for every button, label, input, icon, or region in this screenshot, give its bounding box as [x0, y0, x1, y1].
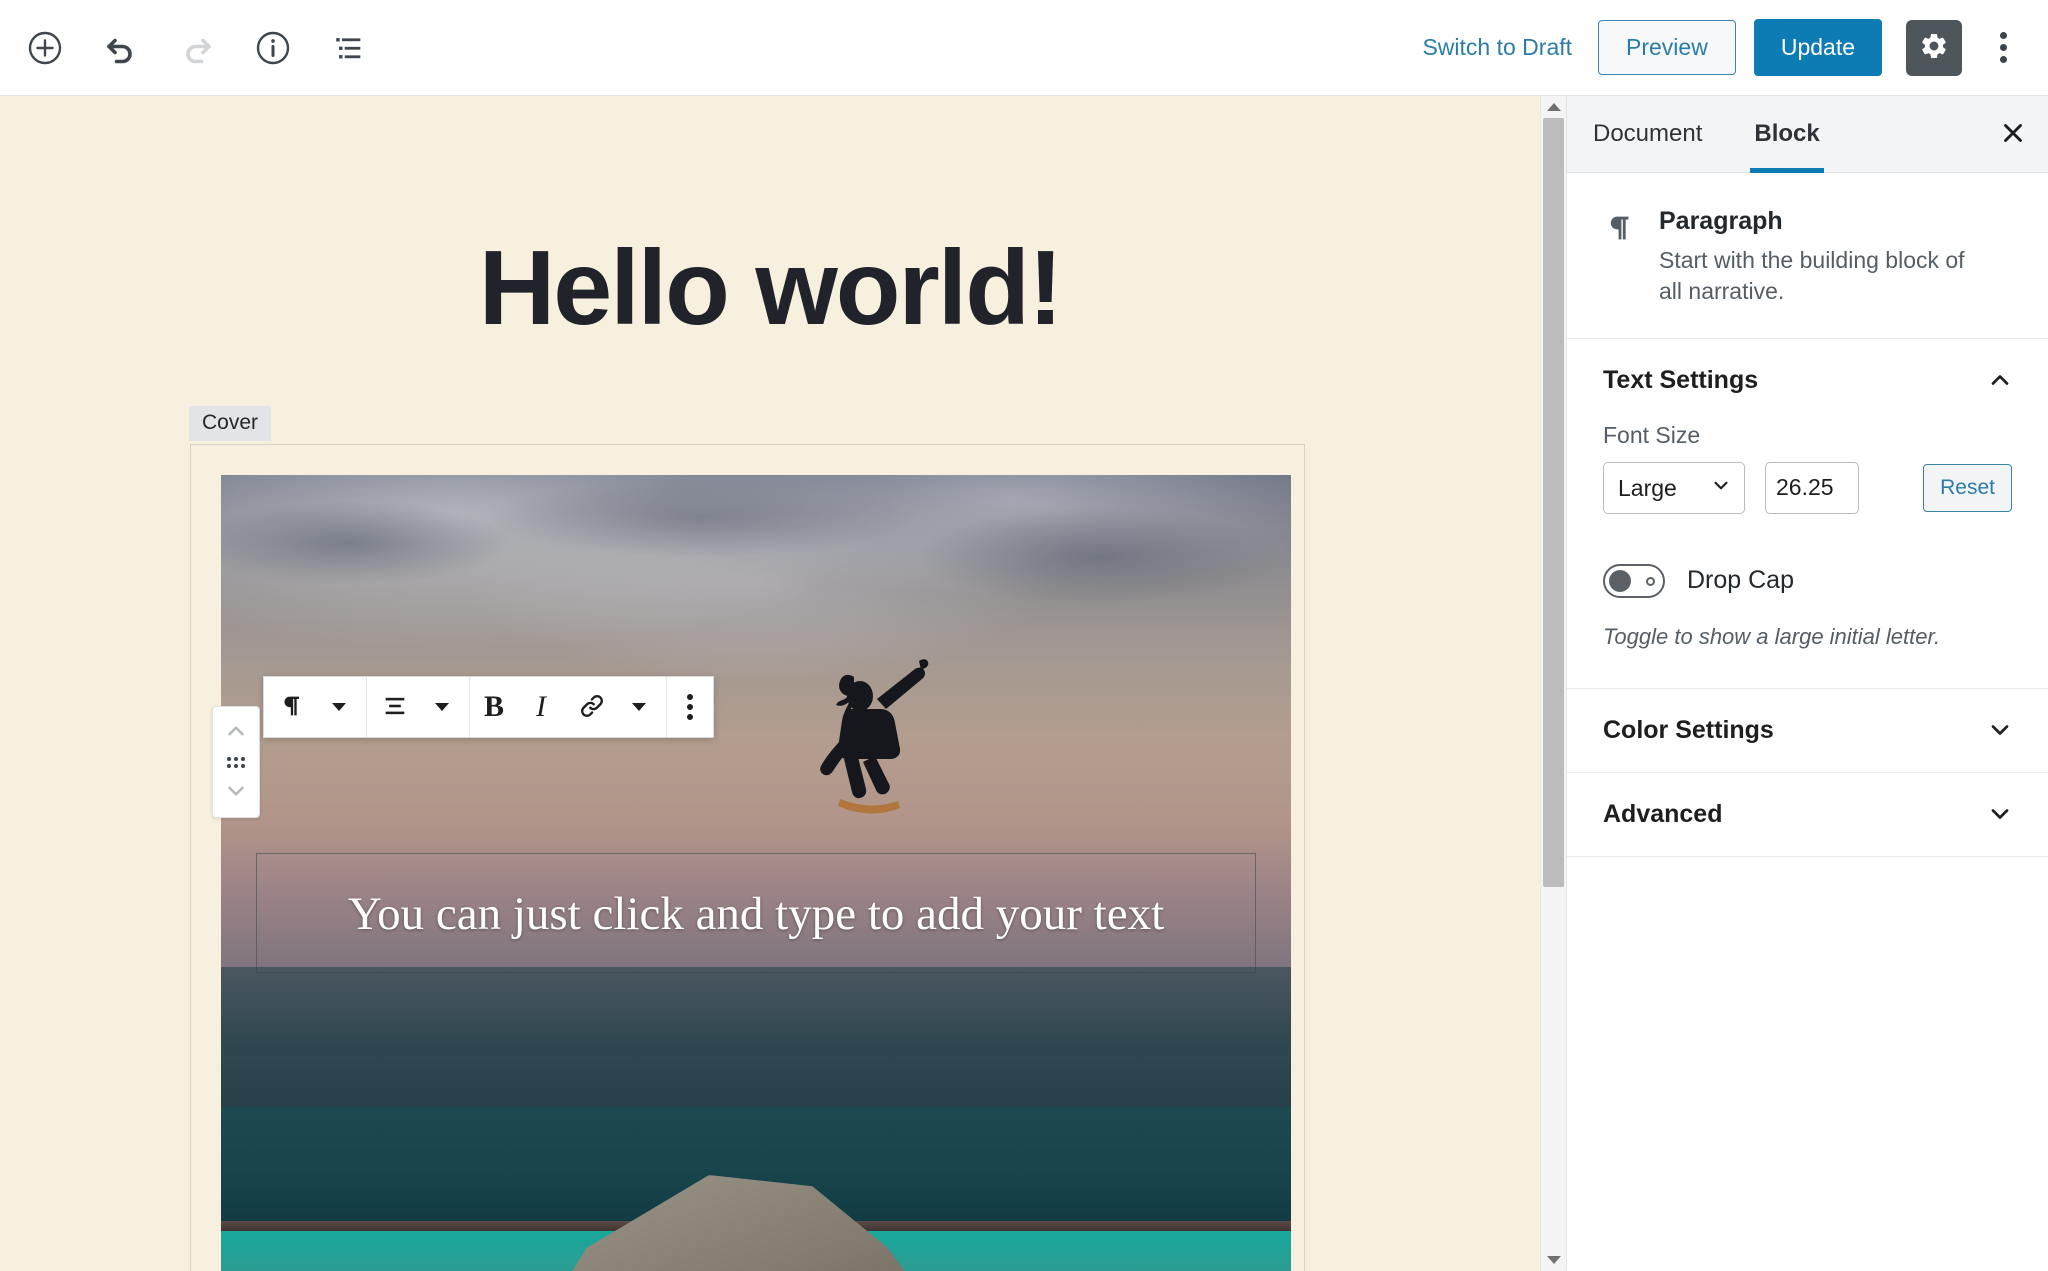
scrollbar-track[interactable] [1541, 118, 1566, 1249]
gear-icon [1919, 31, 1949, 64]
paragraph-icon [278, 692, 306, 723]
block-mover[interactable] [212, 706, 260, 818]
drag-handle-icon[interactable] [227, 756, 245, 768]
editor-canvas-wrapper: Hello world! Cover You can just click an… [0, 96, 1540, 1271]
preview-button[interactable]: Preview [1598, 20, 1736, 75]
triangle-down-icon [1546, 1256, 1561, 1264]
drop-cap-toggle[interactable] [1603, 563, 1665, 598]
block-info-card: Paragraph Start with the building block … [1567, 173, 2048, 339]
panel-text-settings: Text Settings Font Size NormalMediumLarg… [1567, 339, 2048, 689]
more-formats-caret-button[interactable] [620, 677, 666, 737]
cover-paragraph-text[interactable]: You can just click and type to add your … [221, 887, 1291, 941]
font-size-input[interactable] [1765, 461, 1859, 514]
editor-top-bar: Switch to Draft Preview Update [0, 0, 2048, 96]
toggle-off-indicator [1646, 576, 1655, 586]
undo-button[interactable] [94, 21, 148, 75]
settings-sidebar: Document Block Paragraph Start with the … [1566, 96, 2048, 1271]
drop-cap-help-text: Toggle to show a large initial letter. [1603, 623, 1941, 649]
block-formatting-toolbar[interactable]: B I [263, 676, 715, 738]
sidebar-tabs: Document Block [1567, 96, 2048, 173]
block-more-options-button[interactable] [667, 677, 713, 737]
scroll-up-arrow[interactable] [1541, 96, 1566, 118]
text-settings-body: Font Size NormalMediumLargeHuge Reset [1567, 422, 2048, 688]
chevron-down-icon [1986, 716, 2014, 744]
tab-block[interactable]: Block [1728, 96, 1845, 173]
close-icon [1998, 118, 2028, 151]
scrollbar-thumb[interactable] [1543, 118, 1564, 888]
block-options-group [667, 677, 713, 737]
chevron-down-icon [331, 703, 346, 711]
align-caret-button[interactable] [423, 677, 469, 737]
block-title: Paragraph [1659, 207, 1783, 235]
align-button[interactable] [367, 677, 423, 737]
block-type-caret-button[interactable] [320, 677, 366, 737]
align-center-icon [381, 692, 409, 723]
font-size-preset-select[interactable]: NormalMediumLargeHuge [1603, 461, 1745, 514]
drop-cap-label: Drop Cap [1687, 566, 1794, 595]
more-options-button[interactable] [1980, 20, 2026, 76]
font-size-label: Font Size [1603, 421, 1701, 448]
move-block-down-button[interactable] [213, 775, 259, 809]
triangle-up-icon [1546, 103, 1561, 111]
kebab-menu-icon [687, 694, 694, 720]
font-size-controls: NormalMediumLargeHuge Reset [1603, 461, 2012, 514]
post-title[interactable]: Hello world! [0, 228, 1540, 349]
settings-button[interactable] [1906, 19, 1962, 76]
panel-title: Color Settings [1603, 715, 1774, 744]
bold-button[interactable]: B [470, 677, 518, 737]
link-icon [578, 692, 606, 723]
inline-format-group: B I [470, 677, 668, 737]
top-bar-right-actions: Switch to Draft Preview Update [1414, 19, 2026, 76]
block-type-button[interactable] [264, 677, 320, 737]
update-button[interactable]: Update [1753, 19, 1882, 76]
redo-button[interactable] [170, 21, 224, 75]
toggle-knob [1609, 569, 1631, 592]
panel-color-settings-header[interactable]: Color Settings [1567, 689, 2048, 772]
panel-title: Text Settings [1603, 365, 1759, 394]
italic-button[interactable]: I [518, 677, 564, 737]
content-info-button[interactable] [246, 21, 300, 75]
tab-document[interactable]: Document [1567, 96, 1728, 172]
chevron-up-icon [223, 718, 249, 747]
alignment-group [367, 677, 470, 737]
list-view-button[interactable] [322, 21, 376, 75]
chevron-down-icon [223, 778, 249, 807]
block-description: Start with the building block of all nar… [1659, 247, 1965, 305]
switch-to-draft-button[interactable]: Switch to Draft [1414, 24, 1580, 71]
editor-canvas[interactable]: Hello world! Cover You can just click an… [0, 96, 1540, 1271]
panel-advanced: Advanced [1567, 773, 2048, 857]
chevron-down-icon [631, 703, 646, 711]
font-size-preset-wrapper: NormalMediumLargeHuge [1603, 461, 1745, 514]
cover-block-label: Cover [189, 406, 272, 441]
font-size-reset-button[interactable]: Reset [1923, 463, 2012, 512]
panel-color-settings: Color Settings [1567, 689, 2048, 773]
skateboarder-silhouette [776, 643, 946, 833]
close-sidebar-button[interactable] [1978, 96, 2048, 172]
chevron-down-icon [434, 703, 449, 711]
drop-cap-row: Drop Cap [1603, 563, 2012, 598]
horizon-band [221, 967, 1291, 1107]
paragraph-icon [1603, 207, 1637, 308]
chevron-up-icon [1986, 366, 2014, 394]
kebab-menu-icon [1999, 32, 2007, 63]
link-button[interactable] [564, 677, 620, 737]
gutenberg-editor: Switch to Draft Preview Update Hello wor… [0, 0, 2048, 1271]
cover-block[interactable]: Cover You can just click and type to add… [189, 406, 1305, 1271]
scroll-down-arrow[interactable] [1541, 1249, 1566, 1271]
panel-text-settings-header[interactable]: Text Settings [1567, 339, 2048, 422]
move-block-up-button[interactable] [213, 715, 259, 749]
panel-advanced-header[interactable]: Advanced [1567, 773, 2048, 856]
chevron-down-icon [1986, 800, 2014, 828]
cover-block-outline: You can just click and type to add your … [190, 444, 1305, 1271]
cover-image[interactable]: You can just click and type to add your … [221, 475, 1291, 1271]
add-block-button[interactable] [18, 21, 72, 75]
panel-title: Advanced [1603, 799, 1723, 828]
editor-body: Hello world! Cover You can just click an… [0, 96, 2048, 1271]
top-bar-left-tools [18, 21, 376, 75]
canvas-scrollbar[interactable] [1540, 96, 1566, 1271]
block-type-group [264, 677, 367, 737]
